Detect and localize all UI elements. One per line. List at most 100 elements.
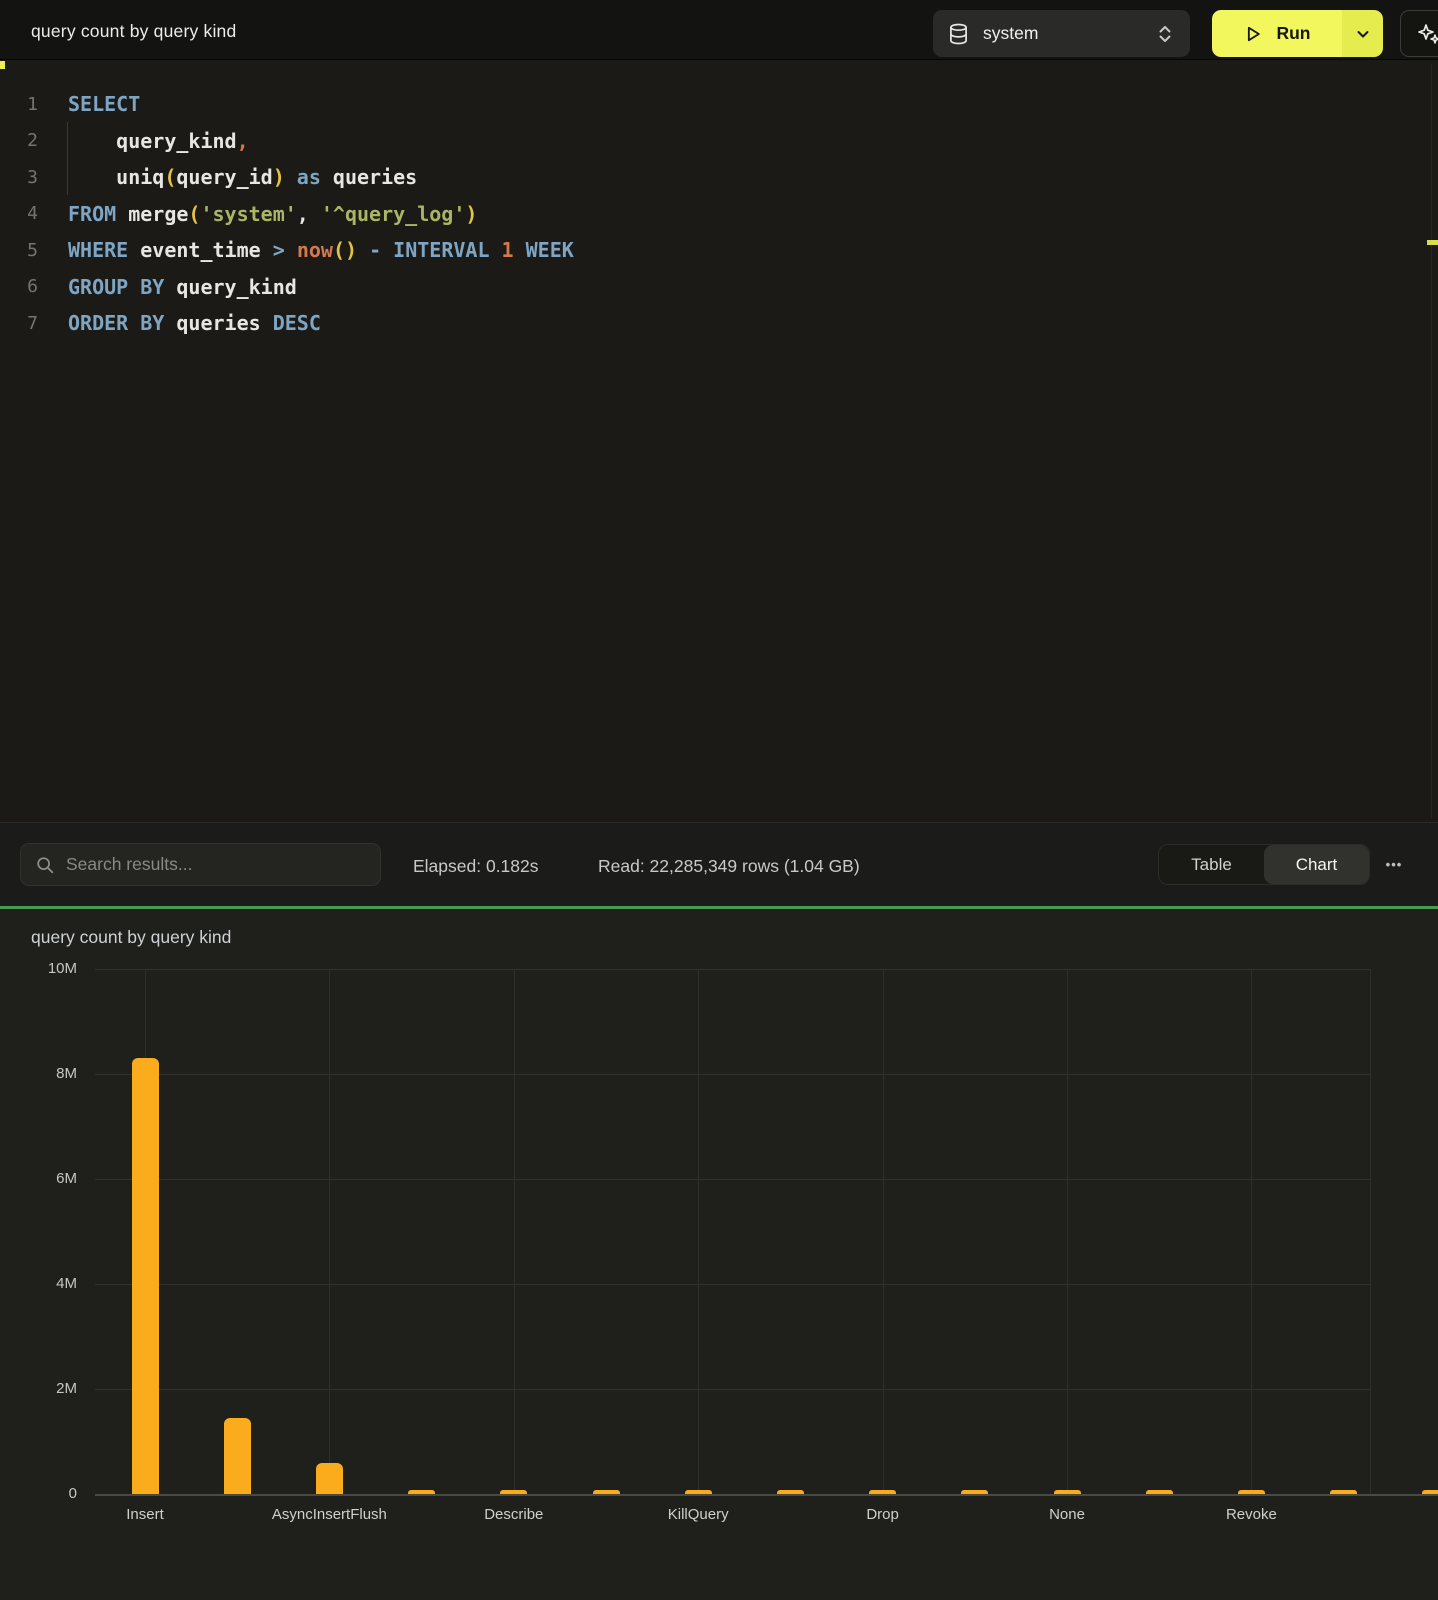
indent-guide: [67, 122, 68, 195]
code-token: (): [333, 238, 357, 262]
code-token: query_kind: [68, 129, 237, 153]
code-token: uniq: [68, 165, 164, 189]
code-token: query_kind: [164, 275, 296, 299]
code-text: query_kind,: [68, 129, 249, 153]
code-token: 'system': [200, 202, 296, 226]
chart-bar[interactable]: [316, 1463, 343, 1495]
code-token: FROM: [68, 202, 116, 226]
search-input[interactable]: [66, 854, 366, 875]
chart-bar[interactable]: [408, 1490, 435, 1494]
code-token: [285, 238, 297, 262]
code-token: >: [273, 238, 285, 262]
code-token: WHERE: [68, 238, 128, 262]
x-gridline: [1067, 969, 1068, 1494]
editor-marker: [0, 61, 5, 69]
play-icon: [1243, 24, 1263, 44]
chart-bar[interactable]: [132, 1058, 159, 1494]
y-axis-label: 4M: [0, 1275, 77, 1292]
code-token: [381, 238, 393, 262]
elapsed-stat: Elapsed: 0.182s: [413, 823, 539, 907]
code-line[interactable]: 4FROM merge('system', '^query_log'): [0, 196, 1438, 233]
y-gridline: [95, 1179, 1370, 1180]
chart-bar[interactable]: [685, 1490, 712, 1494]
code-line[interactable]: 2 query_kind,: [0, 123, 1438, 160]
database-value: system: [983, 23, 1038, 44]
y-axis-label: 0: [0, 1485, 77, 1502]
code-token: WEEK: [514, 238, 574, 262]
line-number: 5: [0, 240, 38, 261]
code-token: as: [297, 165, 321, 189]
chart-bar[interactable]: [1054, 1490, 1081, 1494]
x-gridline: [883, 969, 884, 1494]
x-axis-label: AsyncInsertFlush: [244, 1506, 414, 1523]
chart-panel: query count by query kind 02M4M6M8M10MIn…: [0, 909, 1438, 1600]
code-token: ): [465, 202, 477, 226]
y-axis-label: 10M: [0, 960, 77, 977]
tab-table[interactable]: Table: [1159, 845, 1264, 884]
x-axis-label: None: [982, 1506, 1152, 1523]
x-axis-label: Describe: [429, 1506, 599, 1523]
code-token: ): [273, 165, 285, 189]
results-toolbar: Elapsed: 0.182s Read: 22,285,349 rows (1…: [0, 822, 1438, 906]
sparkle-icon: [1416, 21, 1438, 47]
chart-bar[interactable]: [869, 1490, 896, 1494]
x-gridline: [514, 969, 515, 1494]
chart-bar[interactable]: [224, 1418, 251, 1494]
line-number: 4: [0, 203, 38, 224]
line-number: 6: [0, 276, 38, 297]
chart-bar[interactable]: [961, 1490, 988, 1494]
more-options-button[interactable]: •••: [1376, 844, 1412, 885]
code-token: DESC: [261, 311, 321, 335]
code-token: 1: [490, 238, 514, 262]
database-selector[interactable]: system: [933, 10, 1190, 57]
code-token: queries: [321, 165, 417, 189]
code-line[interactable]: 3 uniq(query_id) as queries: [0, 159, 1438, 196]
overview-ruler-marker: [1427, 240, 1438, 245]
sql-editor[interactable]: 1SELECT2 query_kind,3 uniq(query_id) as …: [0, 60, 1438, 822]
code-line[interactable]: 7ORDER BY queries DESC: [0, 305, 1438, 342]
x-gridline: [698, 969, 699, 1494]
x-axis-line: [95, 1494, 1438, 1496]
y-axis-label: 8M: [0, 1065, 77, 1082]
code-token: ,: [297, 202, 321, 226]
run-options-button[interactable]: [1342, 10, 1383, 57]
code-token: ,: [237, 129, 249, 153]
line-number: 2: [0, 130, 38, 151]
code-token: [357, 238, 369, 262]
code-line[interactable]: 1SELECT: [0, 86, 1438, 123]
chart-title: query count by query kind: [31, 927, 231, 948]
x-axis-label: Revoke: [1166, 1506, 1336, 1523]
chart-bar[interactable]: [593, 1490, 620, 1494]
search-icon: [35, 855, 55, 875]
read-stat: Read: 22,285,349 rows (1.04 GB): [598, 823, 860, 907]
code-text: uniq(query_id) as queries: [68, 165, 417, 189]
run-button[interactable]: Run: [1212, 10, 1342, 57]
code-text: ORDER BY queries DESC: [68, 311, 321, 335]
line-number: 3: [0, 167, 38, 188]
code-token: GROUP BY: [68, 275, 164, 299]
y-axis-label: 6M: [0, 1170, 77, 1187]
code-token: (: [188, 202, 200, 226]
chart-bar[interactable]: [1330, 1490, 1357, 1494]
tab-chart[interactable]: Chart: [1264, 845, 1369, 884]
x-axis-label: KillQuery: [613, 1506, 783, 1523]
chart-bar[interactable]: [1238, 1490, 1265, 1494]
code-token: (: [164, 165, 176, 189]
chart-bar[interactable]: [1422, 1490, 1438, 1494]
code-line[interactable]: 5WHERE event_time > now() - INTERVAL 1 W…: [0, 232, 1438, 269]
code-lines: 1SELECT2 query_kind,3 uniq(query_id) as …: [0, 86, 1438, 342]
code-token: now: [297, 238, 333, 262]
chevron-up-down-icon: [1156, 23, 1174, 45]
top-toolbar: query count by query kind system Run: [0, 0, 1438, 60]
chart-bar[interactable]: [777, 1490, 804, 1494]
query-title: query count by query kind: [31, 0, 236, 60]
code-token: queries: [164, 311, 260, 335]
run-button-label: Run: [1276, 23, 1310, 44]
search-box[interactable]: [20, 843, 381, 886]
chart-bar[interactable]: [1146, 1490, 1173, 1494]
chevron-down-icon: [1355, 26, 1371, 42]
ai-assistant-button[interactable]: [1400, 10, 1438, 57]
overview-ruler[interactable]: [1431, 64, 1432, 818]
code-line[interactable]: 6 GROUP BY query_kind: [0, 269, 1438, 306]
chart-bar[interactable]: [500, 1490, 527, 1494]
